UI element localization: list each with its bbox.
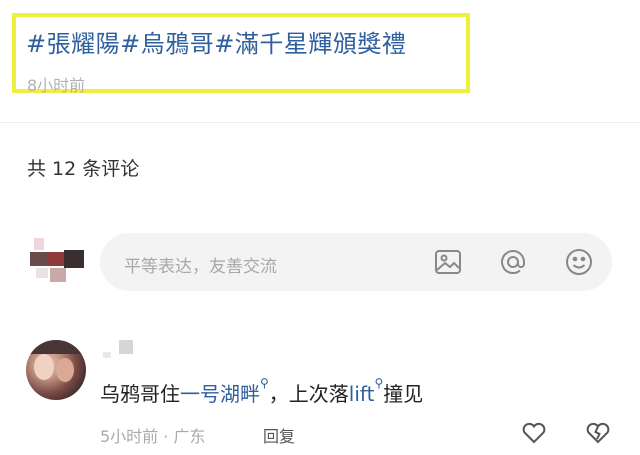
comment-text-part: 撞见 xyxy=(383,382,424,406)
at-icon[interactable] xyxy=(498,247,528,277)
reply-button[interactable]: 回复 xyxy=(263,423,295,447)
dislike-button[interactable] xyxy=(584,418,612,446)
current-user-avatar[interactable] xyxy=(30,238,86,288)
comment-text: 乌鸦哥住一号湖畔⚲，上次落lift⚲撞见 xyxy=(100,376,424,407)
commenter-name-redacted-edge xyxy=(103,352,111,358)
comment-text-part: ，上次落 xyxy=(268,382,349,406)
search-icon: ⚲ xyxy=(374,376,384,390)
divider xyxy=(0,122,640,123)
comment-input-placeholder: 平等表达，友善交流 xyxy=(124,257,277,277)
like-button[interactable] xyxy=(520,418,548,446)
comment-text-part: 乌鸦哥住 xyxy=(100,382,180,406)
heart-icon xyxy=(522,422,546,444)
broken-heart-icon xyxy=(586,422,610,444)
commenter-name-redacted[interactable] xyxy=(119,340,133,354)
search-icon: ⚲ xyxy=(260,376,269,390)
search-link-lift[interactable]: lift xyxy=(349,382,375,406)
comment-meta: 5小时前 · 广东 xyxy=(100,427,206,446)
comment-input[interactable]: 平等表达，友善交流 xyxy=(100,233,612,291)
post-timestamp: 8小时前 xyxy=(27,76,86,95)
post-hashtags[interactable]: #張耀陽#烏鴉哥#滿千星輝頒獎禮 xyxy=(26,24,406,59)
search-link-lakeside[interactable]: 一号湖畔 xyxy=(180,382,260,406)
comment-count: 共 12 条评论 xyxy=(27,158,140,180)
emoji-icon[interactable] xyxy=(564,247,594,277)
commenter-avatar[interactable] xyxy=(26,340,86,400)
image-icon[interactable] xyxy=(433,247,463,277)
